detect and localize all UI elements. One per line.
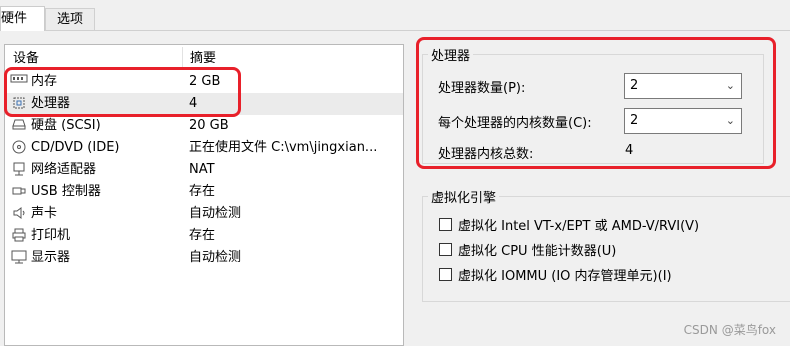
device-summary: 正在使用文件 C:\vm\jingxian... [189, 140, 378, 155]
virtualization-iommu-checkbox[interactable] [439, 268, 452, 281]
device-row-display[interactable]: 显示器 自动检测 [5, 247, 403, 269]
device-name: CD/DVD (IDE) [31, 140, 120, 155]
printer-icon [9, 227, 29, 245]
virtualization-cpu-counter-label: 虚拟化 CPU 性能计数器(U) [458, 244, 617, 259]
device-name: 显示器 [31, 250, 71, 265]
tab-hardware[interactable]: 硬件 [0, 6, 45, 31]
column-separator[interactable] [182, 47, 183, 67]
highlight-box-processor [416, 37, 776, 169]
device-row-network-adapter[interactable]: 网络适配器 NAT [5, 159, 403, 181]
tab-options[interactable]: 选项 [45, 8, 95, 31]
virtualization-iommu-label: 虚拟化 IOMMU (IO 内存管理单元)(I) [458, 269, 672, 284]
watermark-text: CSDN @菜鸟fox [683, 323, 776, 337]
virtualization-group-title: 虚拟化引擎 [428, 187, 500, 206]
device-summary: 20 GB [189, 118, 229, 133]
device-summary: NAT [189, 162, 215, 177]
column-header-summary[interactable]: 摘要 [190, 50, 216, 68]
highlight-box-devices [4, 67, 241, 117]
virtualization-cpu-counter-checkbox[interactable] [439, 243, 452, 256]
device-row-cd-dvd[interactable]: CD/DVD (IDE) 正在使用文件 C:\vm\jingxian... [5, 137, 403, 159]
display-icon [9, 249, 29, 267]
column-header-device[interactable]: 设备 [13, 50, 39, 68]
virtualization-vtx-checkbox[interactable] [439, 218, 452, 231]
device-row-sound-card[interactable]: 声卡 自动检测 [5, 203, 403, 225]
device-summary: 存在 [189, 184, 216, 199]
device-row-hard-disk[interactable]: 硬盘 (SCSI) 20 GB [5, 115, 403, 137]
network-adapter-icon [9, 161, 29, 179]
device-name: 声卡 [31, 206, 58, 221]
cd-dvd-icon [9, 139, 29, 157]
usb-icon [9, 183, 29, 201]
device-row-usb[interactable]: USB 控制器 存在 [5, 181, 403, 203]
device-summary: 自动检测 [189, 206, 242, 221]
device-name: 网络适配器 [31, 162, 97, 177]
device-row-printer[interactable]: 打印机 存在 [5, 225, 403, 247]
device-name: USB 控制器 [31, 184, 101, 199]
sound-card-icon [9, 205, 29, 223]
device-name: 硬盘 (SCSI) [31, 118, 101, 133]
hard-disk-icon [9, 117, 29, 135]
virtualization-vtx-label: 虚拟化 Intel VT-x/EPT 或 AMD-V/RVI(V) [458, 219, 700, 234]
device-name: 打印机 [31, 228, 71, 243]
tab-divider [0, 30, 790, 31]
device-summary: 自动检测 [189, 250, 242, 265]
device-summary: 存在 [189, 228, 216, 243]
